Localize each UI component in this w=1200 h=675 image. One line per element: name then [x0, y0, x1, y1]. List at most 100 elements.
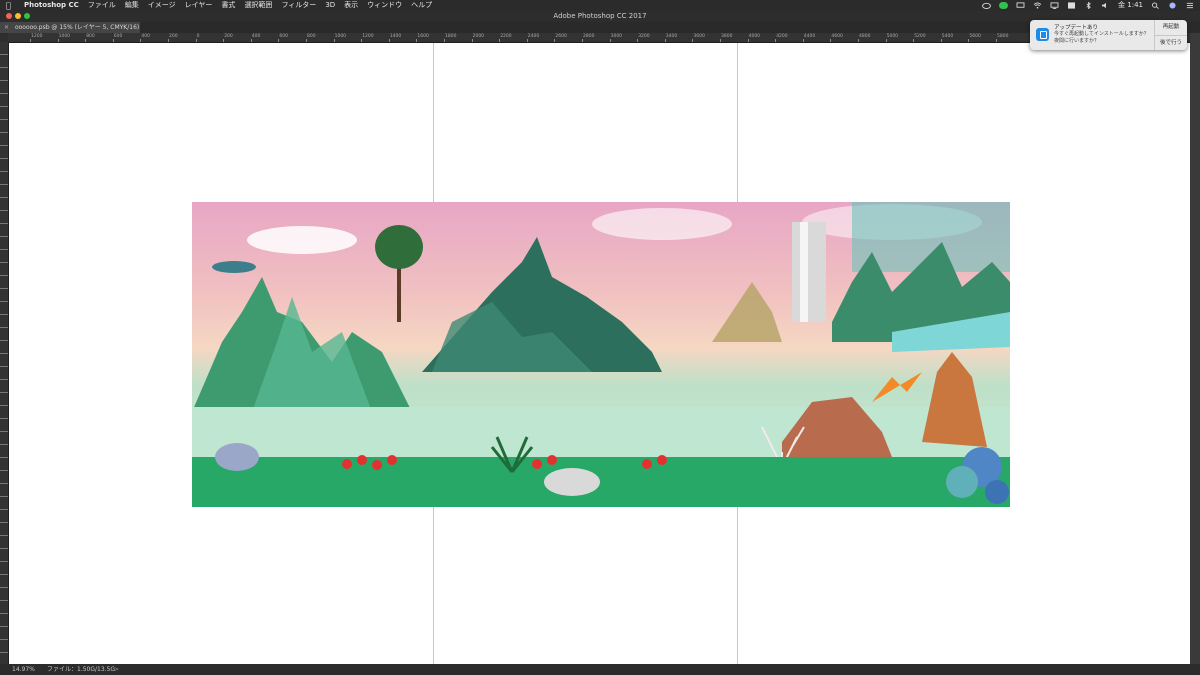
ruler-tick: [692, 39, 694, 42]
ruler-tick: [250, 39, 252, 42]
ruler-tick: [499, 39, 501, 42]
ruler-tick-label: 400: [251, 34, 261, 39]
document-tab-bar: ✕ oooooo.psb @ 15% (レイヤー 5, CMYK/16) *: [0, 22, 1200, 42]
ruler-tick-label: 4400: [803, 34, 816, 39]
airplay-icon[interactable]: [1016, 2, 1025, 9]
vertical-ruler[interactable]: [0, 42, 9, 664]
ruler-tick: [720, 39, 721, 42]
ruler-tick: [333, 39, 335, 42]
window-title-bar: Adobe Photoshop CC 2017: [0, 11, 1200, 22]
status-indicator-icon[interactable]: [999, 2, 1009, 9]
menu-filter[interactable]: フィルター: [281, 0, 316, 11]
ruler-tick-label: 3800: [721, 34, 733, 39]
ruler-tick-label: 600: [279, 34, 288, 39]
ruler-tick-label: 2400: [527, 34, 540, 39]
app-menu[interactable]: Photoshop CC: [24, 0, 79, 11]
ruler-tick-label: 200: [169, 34, 178, 39]
ruler-tick-label: 2800: [583, 34, 595, 39]
ruler-tick: [609, 39, 611, 42]
canvas-right-edge: [1190, 33, 1200, 664]
menu-edit[interactable]: 編集: [125, 0, 139, 11]
ruler-tick-label: 3400: [665, 34, 678, 39]
document-tab[interactable]: ✕ oooooo.psb @ 15% (レイヤー 5, CMYK/16) *: [0, 22, 140, 42]
horizontal-ruler[interactable]: 1200 1000 800 600 400 200 0 200 400 600 800 1000 120…: [8, 33, 1190, 43]
ruler-tick-label: 1400: [389, 34, 402, 39]
ruler-tick: [582, 39, 583, 42]
ruler-tick-label: 1200: [31, 34, 43, 39]
ruler-tick-label: 5600: [969, 34, 981, 39]
apple-icon[interactable]: : [6, 0, 16, 11]
ruler-tick: [195, 39, 197, 42]
menu-layer[interactable]: レイヤー: [185, 0, 213, 11]
ruler-tick: [775, 39, 777, 42]
ruler-tick: [30, 39, 31, 42]
notification-title: アップデートあり: [1054, 25, 1099, 31]
ruler-tick: [85, 39, 87, 42]
ruler-tick-label: 5400: [941, 34, 954, 39]
menu-image[interactable]: イメージ: [148, 0, 176, 11]
menu-select[interactable]: 選択範囲: [244, 0, 272, 11]
menu-help[interactable]: ヘルプ: [411, 0, 432, 11]
ruler-tick: [361, 39, 363, 42]
document-size-info[interactable]: ファイル：1.50G/13.5G: [47, 664, 115, 675]
ruler-tick: [637, 39, 639, 42]
ruler-tick: [416, 39, 418, 42]
ruler-tick-label: 5800: [997, 34, 1009, 39]
ruler-tick: [526, 39, 528, 42]
collage-artwork-image: [192, 202, 1010, 507]
user-icon[interactable]: [1168, 2, 1177, 9]
notification-center-icon[interactable]: [1185, 2, 1194, 9]
creative-cloud-icon[interactable]: [982, 2, 991, 9]
close-window-button[interactable]: [6, 13, 12, 19]
ruler-tick: [223, 39, 225, 42]
menu-extras: 金 1:41: [982, 0, 1194, 11]
app-store-icon: [1036, 28, 1049, 41]
input-source-icon[interactable]: [1067, 2, 1076, 9]
minimize-window-button[interactable]: [15, 13, 21, 19]
close-tab-icon[interactable]: ✕: [4, 24, 9, 31]
ruler-tick-label: 1800: [445, 34, 457, 39]
ruler-tick: [278, 39, 280, 42]
collage-artwork[interactable]: [192, 202, 1010, 507]
update-notification[interactable]: アップデートあり 今すぐ再起動してインストールしますか？ 夜間に行いますか？ 再…: [1030, 20, 1187, 50]
ruler-tick: [140, 39, 142, 42]
zoom-window-button[interactable]: [24, 13, 30, 19]
ruler-tick: [388, 39, 390, 42]
zoom-level[interactable]: 14.97%: [12, 664, 35, 675]
wifi-icon[interactable]: [1033, 2, 1042, 9]
search-icon[interactable]: [1151, 2, 1160, 9]
volume-icon[interactable]: [1101, 2, 1110, 9]
notification-body: 今すぐ再起動してインストールしますか？ 夜間に行いますか？: [1054, 31, 1149, 44]
display-icon[interactable]: [1050, 2, 1059, 9]
ruler-tick-label: 200: [224, 34, 233, 39]
status-menu-arrow[interactable]: >: [114, 664, 119, 675]
bluetooth-icon[interactable]: [1084, 2, 1093, 9]
menu-clock[interactable]: 金 1:41: [1118, 0, 1143, 11]
notification-actions: 再起動 後で行う: [1154, 20, 1187, 50]
restart-button[interactable]: 再起動: [1155, 20, 1187, 35]
ruler-tick: [913, 39, 915, 42]
menu-view[interactable]: 表示: [344, 0, 358, 11]
ruler-origin[interactable]: [0, 33, 8, 42]
later-button[interactable]: 後で行う: [1155, 35, 1187, 50]
ruler-tick-label: 3000: [610, 34, 623, 39]
ruler-tick: [830, 39, 832, 42]
ruler-tick: [747, 39, 749, 42]
window-controls: [6, 13, 30, 19]
menu-3d[interactable]: 3D: [325, 0, 335, 11]
ruler-tick-label: 2200: [500, 34, 512, 39]
menu-type[interactable]: 書式: [221, 0, 235, 11]
ruler-tick: [858, 39, 859, 42]
ruler-tick-label: 4200: [776, 34, 788, 39]
document-canvas[interactable]: [9, 43, 1190, 664]
ruler-tick-label: 3600: [693, 34, 705, 39]
ruler-tick-label: 3200: [638, 34, 650, 39]
ruler-tick: [112, 39, 114, 42]
ruler-tick: [554, 39, 556, 42]
menu-window[interactable]: ウィンドウ: [367, 0, 402, 11]
window-title: Adobe Photoshop CC 2017: [553, 12, 647, 20]
ruler-tick-label: 1000: [334, 34, 347, 39]
ruler-tick-label: 4800: [859, 34, 871, 39]
menu-file[interactable]: ファイル: [88, 0, 116, 11]
ruler-tick: [940, 39, 942, 42]
